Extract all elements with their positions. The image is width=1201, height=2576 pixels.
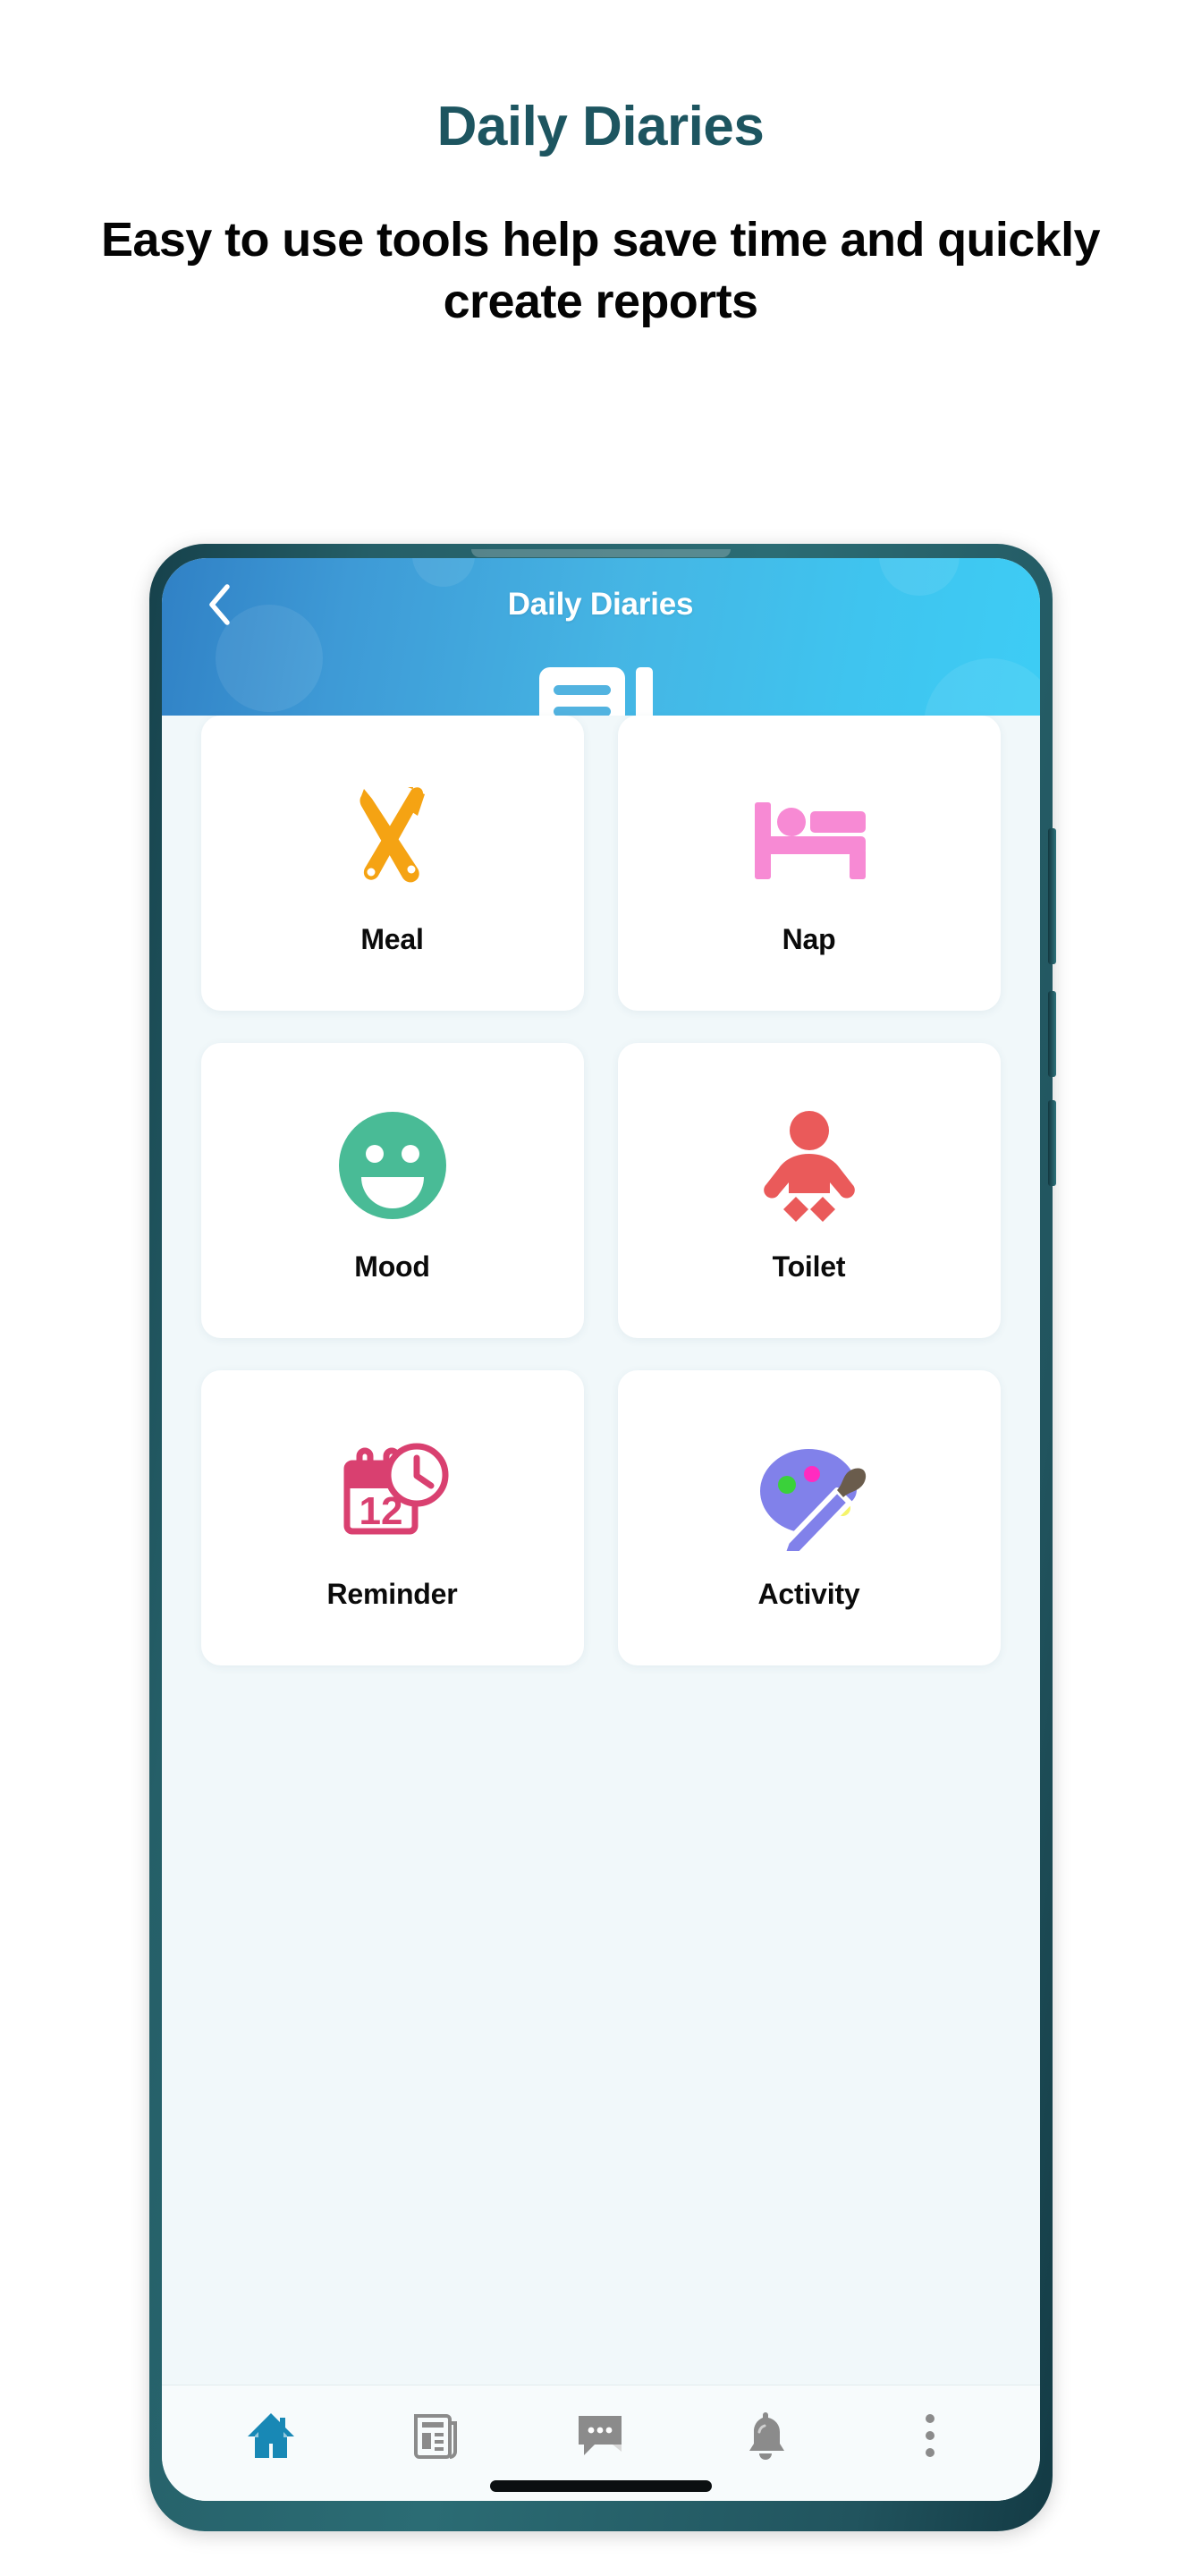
phone-side-button-volume-down[interactable] — [1047, 991, 1056, 1077]
tile-meal[interactable]: Meal — [200, 716, 584, 1011]
nav-item-messages[interactable] — [551, 2397, 649, 2474]
phone-earpiece — [470, 549, 731, 557]
nav-item-more[interactable] — [881, 2397, 979, 2474]
tile-label: Mood — [354, 1250, 430, 1283]
newspaper-icon — [412, 2411, 459, 2461]
tile-label: Meal — [360, 922, 424, 955]
tile-activity[interactable]: Activity — [617, 1370, 1001, 1665]
chevron-left-icon[interactable] — [196, 580, 244, 629]
nav-item-home[interactable] — [222, 2397, 320, 2474]
home-icon — [245, 2411, 297, 2461]
tile-label: Toilet — [772, 1250, 846, 1283]
tile-label: Reminder — [326, 1577, 458, 1610]
phone-side-button-power[interactable] — [1047, 1100, 1056, 1186]
promo-subtitle: Easy to use tools help save time and qui… — [101, 213, 1101, 329]
chat-icon — [575, 2412, 625, 2459]
phone-mockup: 17:36 — [148, 544, 1056, 2531]
promo-title: Daily Diaries — [436, 96, 765, 157]
bell-icon — [743, 2411, 788, 2461]
home-indicator[interactable] — [489, 2480, 712, 2492]
app-title: Daily Diaries — [507, 587, 694, 622]
smiley-face-icon — [326, 1098, 460, 1233]
app-navbar: Daily Diaries — [162, 558, 1040, 651]
nav-item-news[interactable] — [386, 2397, 485, 2474]
bed-icon — [742, 771, 876, 905]
tile-mood[interactable]: Mood — [200, 1043, 584, 1338]
more-dots-icon — [922, 2411, 938, 2461]
fork-knife-icon — [326, 771, 460, 905]
tile-reminder[interactable]: 12 Reminder — [200, 1370, 584, 1665]
tile-label: Activity — [757, 1577, 860, 1610]
tile-nap[interactable]: Nap — [617, 716, 1001, 1011]
phone-side-button-volume-up[interactable] — [1047, 828, 1056, 964]
phone-screen: 17:36 — [161, 558, 1040, 2501]
calendar-clock-icon: 12 — [326, 1426, 460, 1560]
phone-frame: 17:36 — [148, 544, 1056, 2531]
baby-icon — [742, 1098, 876, 1233]
promo-screenshot: Daily Diaries Easy to use tools help sav… — [0, 0, 1201, 2576]
diary-categories-grid: Meal Nap Mood Toilet 12 Reminder Activit… — [161, 716, 1040, 2385]
tile-toilet[interactable]: Toilet — [617, 1043, 1001, 1338]
paint-palette-icon — [742, 1426, 876, 1560]
tile-label: Nap — [782, 922, 836, 955]
nav-item-notifications[interactable] — [716, 2397, 815, 2474]
